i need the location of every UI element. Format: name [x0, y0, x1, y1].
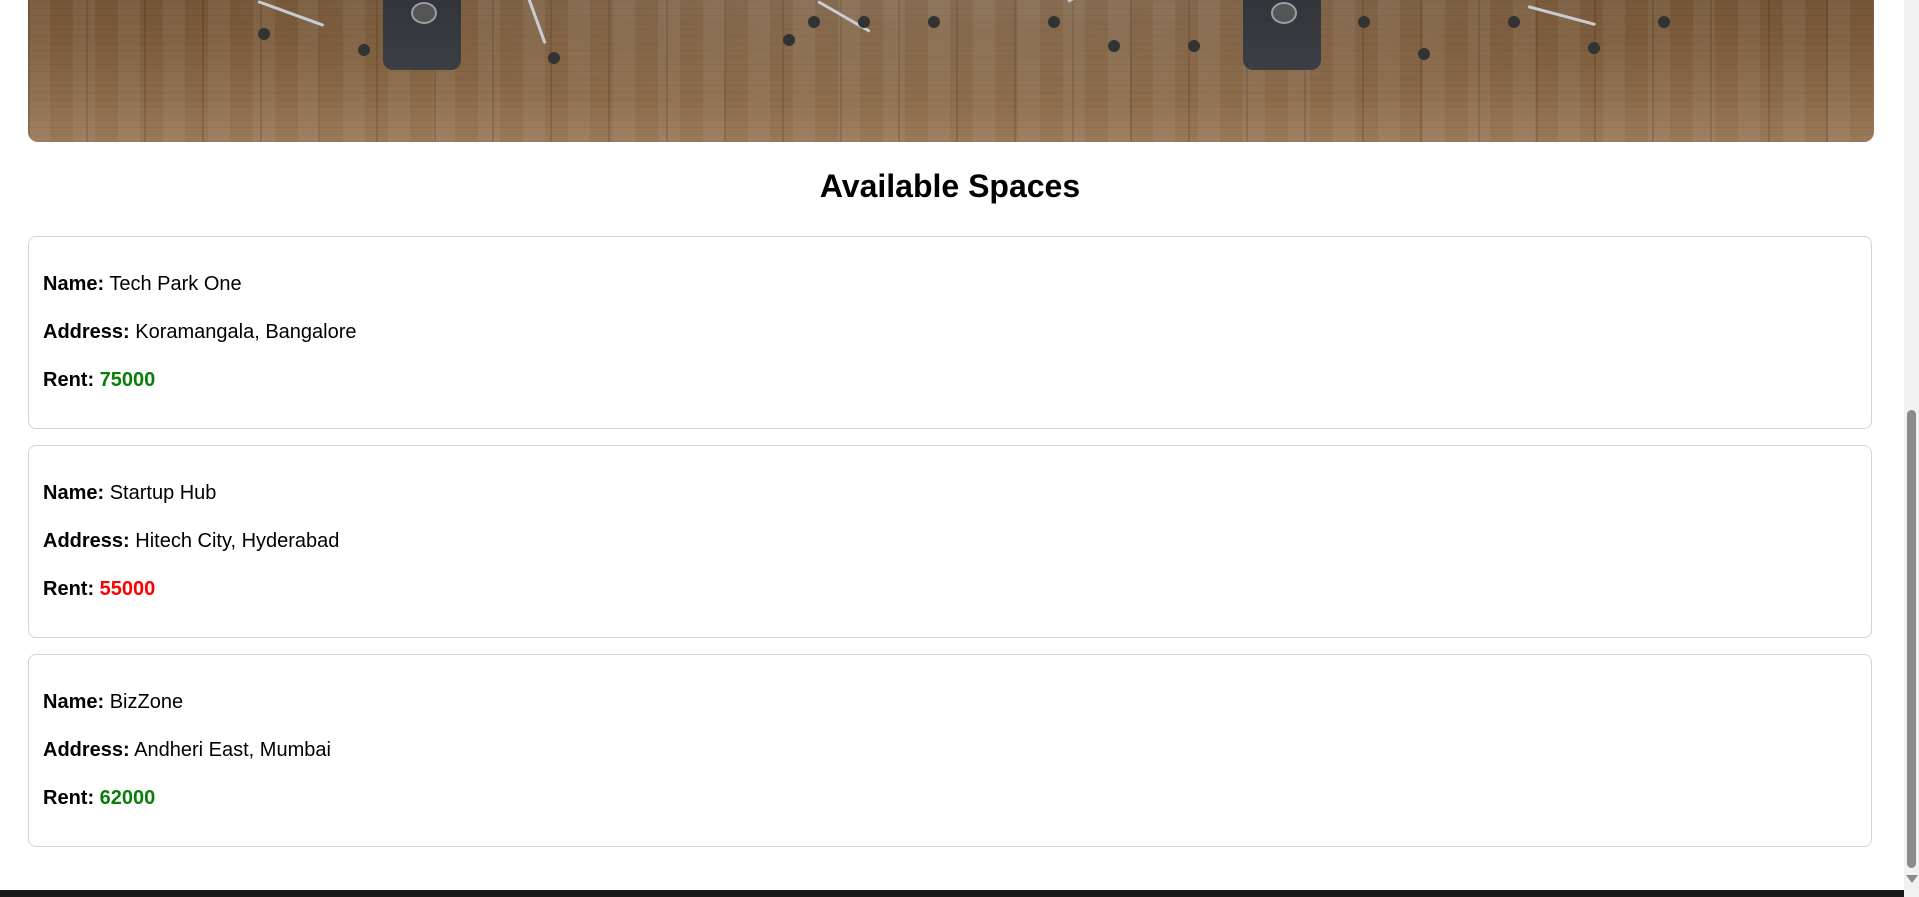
scroll-down-arrow-icon[interactable]: [1906, 875, 1918, 883]
space-rent-row: Rent: 75000: [43, 369, 155, 392]
space-address-row: Address: Hitech City, Hyderabad: [43, 530, 339, 553]
space-address-row: Address: Koramangala, Bangalore: [43, 321, 357, 344]
space-address: Hitech City, Hyderabad: [135, 530, 340, 552]
scrollbar-thumb[interactable]: [1907, 410, 1916, 868]
footer-bar: [0, 890, 1904, 897]
address-label: Address:: [43, 530, 130, 552]
space-address: Koramangala, Bangalore: [135, 321, 357, 343]
rent-label: Rent:: [43, 369, 95, 391]
space-card: Name: BizZone Address: Andheri East, Mum…: [28, 654, 1872, 847]
name-label: Name:: [43, 691, 105, 713]
space-name: BizZone: [109, 691, 184, 713]
main-content: Available Spaces Name: Tech Park One Add…: [0, 0, 1904, 897]
name-label: Name:: [43, 273, 105, 295]
space-name: Tech Park One: [109, 273, 242, 295]
space-rent-row: Rent: 62000: [43, 787, 155, 810]
space-card: Name: Tech Park One Address: Koramangala…: [28, 236, 1872, 429]
space-rent: 55000: [99, 578, 156, 600]
space-address: Andheri East, Mumbai: [134, 739, 331, 761]
space-address-row: Address: Andheri East, Mumbai: [43, 739, 331, 762]
address-label: Address:: [43, 321, 130, 343]
space-name: Startup Hub: [109, 482, 217, 504]
trash-bin-left: [383, 0, 461, 70]
space-rent: 62000: [99, 787, 156, 809]
rent-label: Rent:: [43, 787, 95, 809]
space-name-row: Name: BizZone: [43, 691, 183, 714]
vertical-scrollbar[interactable]: [1904, 0, 1919, 897]
name-label: Name:: [43, 482, 105, 504]
section-title: Available Spaces: [819, 168, 1081, 204]
space-card: Name: Startup Hub Address: Hitech City, …: [28, 445, 1872, 638]
trash-bin-right: [1243, 0, 1321, 70]
space-rent-row: Rent: 55000: [43, 578, 155, 601]
hero-image: [28, 0, 1874, 142]
space-rent: 75000: [99, 369, 156, 391]
rent-label: Rent:: [43, 578, 95, 600]
space-name-row: Name: Tech Park One: [43, 273, 242, 296]
space-name-row: Name: Startup Hub: [43, 482, 216, 505]
address-label: Address:: [43, 739, 130, 761]
page: Available Spaces Name: Tech Park One Add…: [0, 0, 1919, 897]
